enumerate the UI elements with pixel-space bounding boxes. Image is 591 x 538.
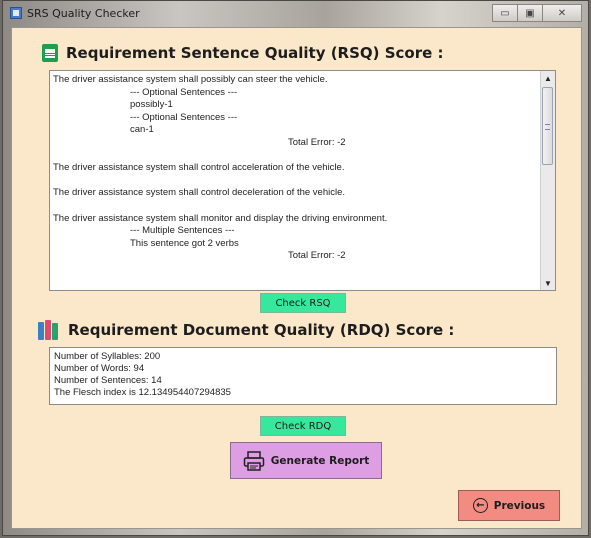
rsq-heading: Requirement Sentence Quality (RSQ) Score… (42, 44, 444, 62)
rsq-scrollbar[interactable]: ▲ ▼ (540, 71, 555, 290)
rsq-line: --- Optional Sentences --- (130, 86, 238, 98)
rdq-line: Number of Words: 94 (54, 363, 145, 375)
scroll-thumb[interactable] (542, 87, 553, 165)
rsq-line: Total Error: -2 (288, 250, 346, 262)
app-icon (10, 7, 22, 19)
rsq-results-text: The driver assistance system shall possi… (53, 74, 538, 263)
rdq-results-textarea[interactable]: Number of Syllables: 200 Number of Words… (49, 347, 557, 405)
rdq-title: Requirement Document Quality (RDQ) Score… (68, 321, 455, 339)
scroll-down-arrow-icon[interactable]: ▼ (541, 276, 555, 290)
rdq-heading: Requirement Document Quality (RDQ) Score… (38, 320, 454, 340)
rdq-line: Number of Syllables: 200 (54, 351, 161, 362)
rdq-line: The Flesch index is 12.134954407294835 (54, 387, 231, 399)
rsq-line: possibly-1 (130, 99, 173, 111)
close-button[interactable]: ✕ (542, 4, 582, 22)
scroll-up-arrow-icon[interactable]: ▲ (541, 71, 555, 85)
rsq-line: can-1 (130, 124, 154, 136)
printer-icon (243, 450, 265, 471)
check-rdq-button[interactable]: Check RDQ (260, 416, 346, 436)
generate-report-label: Generate Report (270, 454, 370, 467)
previous-button[interactable]: ← Previous (458, 490, 560, 521)
rsq-line: This sentence got 2 verbs (130, 237, 239, 249)
minimize-button[interactable]: ▭ (492, 4, 518, 22)
rsq-line: The driver assistance system shall contr… (53, 162, 345, 174)
window-controls: ▭ ▣ ✕ (492, 4, 582, 22)
rsq-line: The driver assistance system shall monit… (53, 212, 388, 224)
rsq-title: Requirement Sentence Quality (RSQ) Score… (66, 44, 444, 62)
rsq-line: --- Optional Sentences --- (130, 111, 238, 123)
maximize-button[interactable]: ▣ (517, 4, 543, 22)
books-icon (38, 320, 60, 340)
rsq-line: The driver assistance system shall contr… (53, 187, 345, 199)
rsq-line: Total Error: -2 (288, 136, 346, 148)
rdq-line: Number of Sentences: 14 (54, 375, 162, 387)
generate-report-button[interactable]: Generate Report (230, 442, 382, 479)
spreadsheet-icon (42, 44, 58, 62)
previous-label: Previous (493, 499, 546, 512)
rsq-results-textarea[interactable]: The driver assistance system shall possi… (49, 70, 556, 291)
check-rsq-button[interactable]: Check RSQ (260, 293, 346, 313)
back-arrow-icon: ← (472, 498, 488, 513)
title-bar: SRS Quality Checker ▭ ▣ ✕ (3, 1, 588, 27)
rsq-line: The driver assistance system shall possi… (53, 74, 328, 85)
window-title: SRS Quality Checker (27, 7, 140, 20)
rsq-line: --- Multiple Sentences --- (130, 225, 235, 237)
main-panel: Requirement Sentence Quality (RSQ) Score… (11, 27, 582, 529)
app-window: SRS Quality Checker ▭ ▣ ✕ Requirement Se… (2, 0, 589, 536)
